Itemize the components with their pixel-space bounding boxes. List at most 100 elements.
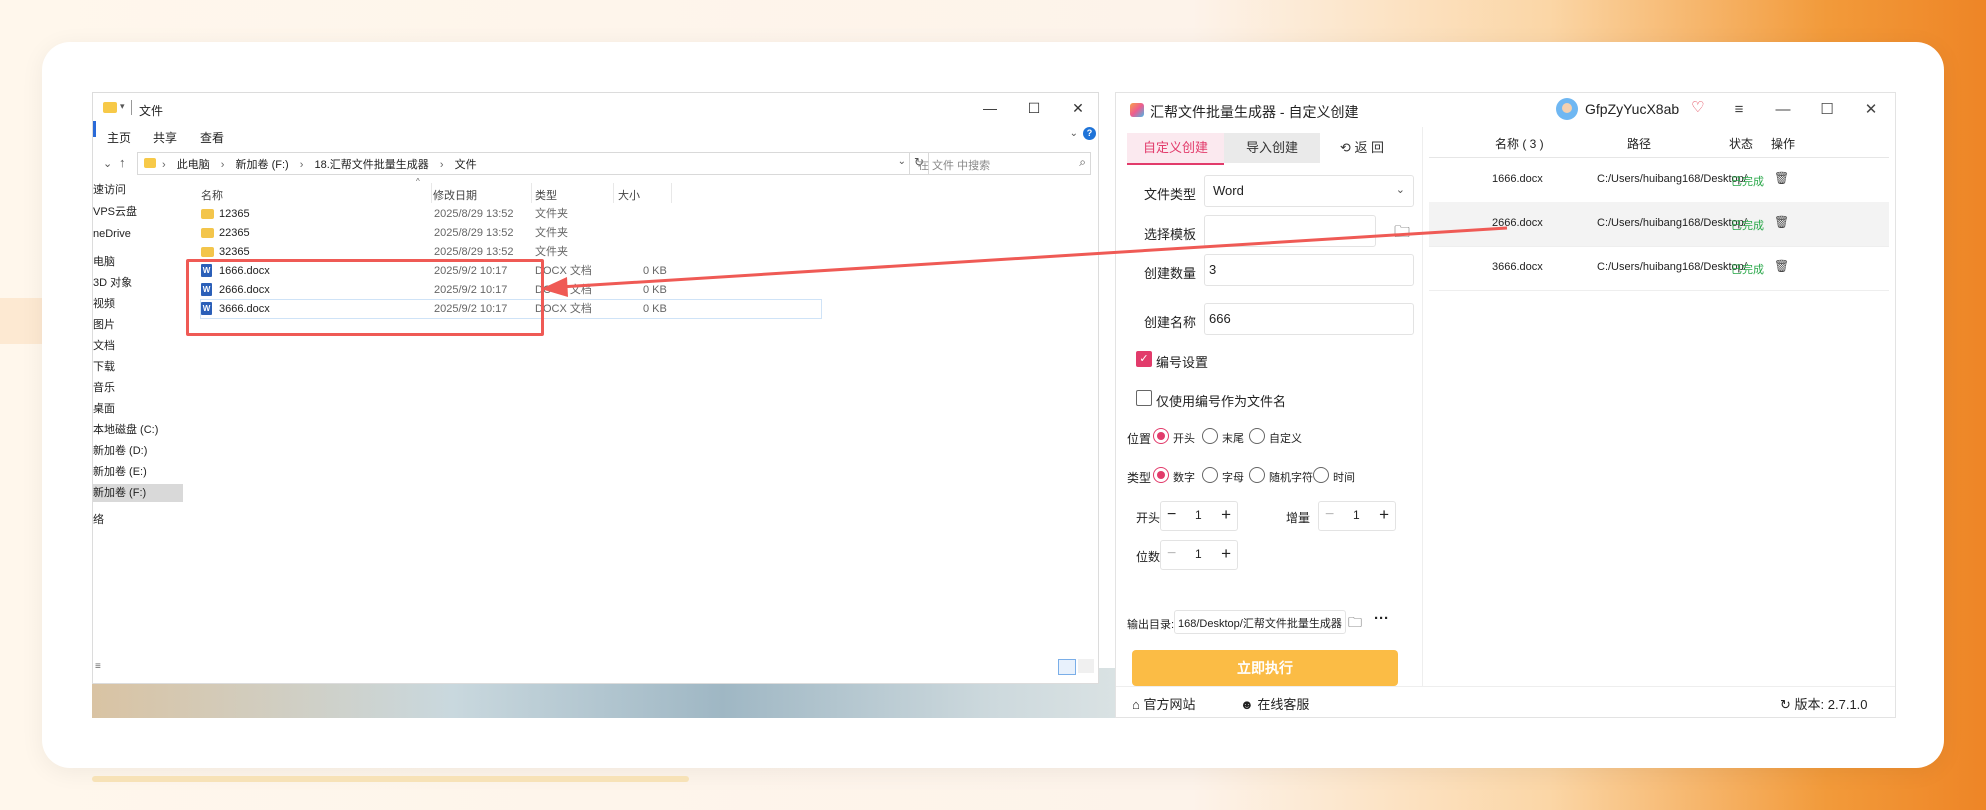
close-button[interactable]: ✕ [1856, 99, 1886, 121]
column-size[interactable]: 大小 [618, 187, 640, 203]
radio-kind-random[interactable] [1249, 467, 1265, 483]
sidebar-item-music[interactable]: 音乐 [93, 379, 183, 397]
table-row[interactable]: 1666.docx C:/Users/huibang168/Desktop/ 已… [1429, 158, 1889, 203]
chevron-down-icon[interactable]: ⌄ [898, 156, 906, 167]
refresh-icon[interactable]: ↻ [1780, 697, 1791, 712]
sidebar-item-drive-c[interactable]: 本地磁盘 (C:) [93, 421, 183, 439]
settings-panel: 自定义创建 导入创建 ⟲ 返 回 文件类型 Word ⌄ 选择模板 🗀 创建数量… [1122, 127, 1423, 687]
file-type-select[interactable]: Word ⌄ [1204, 175, 1414, 207]
radio-position-start[interactable] [1153, 428, 1169, 444]
recent-locations-icon[interactable]: ⌄ [103, 157, 112, 170]
ribbon-tab-home[interactable]: 主页 [107, 129, 131, 146]
sidebar-item-downloads[interactable]: 下载 [93, 358, 183, 376]
more-options-icon[interactable]: ··· [1374, 610, 1389, 627]
window-title: 文件 [139, 104, 164, 118]
increment-stepper[interactable]: − 1 + [1318, 501, 1396, 531]
file-size: 0 KB [643, 284, 667, 296]
vip-diamond-icon[interactable]: ♡ [1691, 98, 1704, 116]
avatar[interactable] [1556, 98, 1578, 120]
list-item[interactable]: 12365 2025/8/29 13:52 文件夹 [201, 205, 821, 223]
sidebar-item-quick-access[interactable]: 速访问 [93, 181, 183, 199]
count-field[interactable]: 3 [1204, 254, 1414, 286]
back-button[interactable]: ⟲ 返 回 [1327, 133, 1397, 163]
column-name[interactable]: 名称 [201, 187, 223, 203]
name-field[interactable]: 666 [1204, 303, 1414, 335]
large-icons-view-button[interactable] [1078, 659, 1094, 673]
only-number-checkbox[interactable] [1136, 390, 1152, 406]
sidebar-item-3d[interactable]: 3D 对象 [93, 274, 183, 292]
menu-icon[interactable]: ≡ [1724, 99, 1754, 121]
radio-kind-letter[interactable] [1202, 467, 1218, 483]
plus-icon[interactable]: + [1221, 544, 1231, 564]
sidebar-item-drive-d[interactable]: 新加卷 (D:) [93, 442, 183, 460]
plus-icon[interactable]: + [1221, 505, 1231, 525]
table-row[interactable]: 3666.docx C:/Users/huibang168/Desktop/ 已… [1429, 246, 1889, 291]
minimize-button[interactable]: — [974, 97, 1006, 119]
template-field[interactable] [1204, 215, 1376, 247]
position-label: 位置 [1127, 432, 1152, 446]
up-arrow-icon[interactable]: ↑ [119, 155, 126, 170]
sidebar-item-this-pc[interactable]: 电脑 [93, 253, 183, 271]
file-size: 0 KB [643, 265, 667, 277]
breadcrumb-app-folder[interactable]: 18.汇帮文件批量生成器 [315, 159, 429, 171]
radio-position-end[interactable] [1202, 428, 1218, 444]
username[interactable]: GfpZyYucX8ab [1585, 101, 1679, 117]
start-stepper[interactable]: − 1 + [1160, 501, 1238, 531]
sidebar-item-pictures[interactable]: 图片 [93, 316, 183, 334]
chevron-down-icon[interactable]: ⌄ [1070, 128, 1078, 139]
sidebar-item-network[interactable]: 络 [93, 511, 183, 529]
column-type[interactable]: 类型 [535, 187, 557, 203]
radio-kind-number[interactable] [1153, 467, 1169, 483]
support-link[interactable]: ☻ 在线客服 [1240, 694, 1309, 713]
plus-icon[interactable]: + [1379, 505, 1389, 525]
ribbon-tab-view[interactable]: 查看 [200, 129, 224, 146]
radio-position-custom[interactable] [1249, 428, 1265, 444]
maximize-button[interactable]: ☐ [1018, 97, 1050, 119]
sidebar-item-videos[interactable]: 视频 [93, 295, 183, 313]
tab-import-create[interactable]: 导入创建 [1224, 133, 1320, 163]
open-folder-icon[interactable]: 🗀 [1394, 221, 1410, 248]
sidebar-item-onedrive[interactable]: neDrive [93, 225, 183, 243]
breadcrumb-drive-f[interactable]: 新加卷 (F:) [236, 159, 289, 171]
file-type: 文件夹 [535, 227, 568, 239]
column-date[interactable]: 修改日期 [433, 187, 477, 203]
help-icon[interactable]: ? [1083, 127, 1096, 140]
app-footer: ⌂ 官方网站 ☻ 在线客服 ↻ 版本: 2.7.1.0 [1116, 686, 1895, 717]
trash-icon[interactable]: 🗑 [1774, 215, 1789, 229]
address-bar[interactable]: › 此电脑 › 新加卷 (F:) › 18.汇帮文件批量生成器 › 文件 ⌄ ↻ [137, 152, 929, 175]
sidebar-item-wps[interactable]: VPS云盘 [93, 203, 183, 221]
table-row[interactable]: 2666.docx C:/Users/huibang168/Desktop/ 已… [1429, 202, 1889, 247]
details-view-button[interactable] [1058, 659, 1076, 675]
output-path-field[interactable]: 168/Desktop/汇帮文件批量生成器 [1174, 610, 1346, 634]
trash-icon[interactable]: 🗑 [1774, 259, 1789, 273]
divider [531, 183, 532, 203]
list-item[interactable]: 22365 2025/8/29 13:52 文件夹 [201, 224, 821, 242]
trash-icon[interactable]: 🗑 [1774, 171, 1789, 185]
minus-icon[interactable]: − [1325, 506, 1334, 524]
ribbon-tab-share[interactable]: 共享 [153, 129, 177, 146]
digits-stepper[interactable]: − 1 + [1160, 540, 1238, 570]
increment-label: 增量 [1286, 511, 1311, 525]
numbering-checkbox[interactable]: ✓ [1136, 351, 1152, 367]
sidebar-item-desktop[interactable]: 桌面 [93, 400, 183, 418]
radio-label: 自定义 [1269, 433, 1302, 445]
minus-icon[interactable]: − [1167, 506, 1176, 524]
open-folder-icon[interactable]: 🗀 [1348, 612, 1362, 636]
close-button[interactable]: ✕ [1062, 97, 1094, 119]
sidebar-item-drive-f[interactable]: 新加卷 (F:) [93, 484, 183, 502]
tab-custom-create[interactable]: 自定义创建 [1127, 133, 1224, 165]
breadcrumb-this-pc[interactable]: 此电脑 [177, 159, 210, 171]
folder-icon [144, 158, 156, 168]
search-input[interactable]: 在 文件 中搜索 ⌕ [909, 152, 1091, 175]
sidebar-item-drive-e[interactable]: 新加卷 (E:) [93, 463, 183, 481]
website-link[interactable]: ⌂ 官方网站 [1132, 694, 1196, 713]
run-now-button[interactable]: 立即执行 [1132, 650, 1398, 686]
minimize-button[interactable]: — [1768, 99, 1798, 121]
radio-kind-time[interactable] [1313, 467, 1329, 483]
template-row: 选择模板 🗀 [1122, 215, 1412, 247]
breadcrumb-current[interactable]: 文件 [455, 159, 477, 171]
maximize-button[interactable]: ☐ [1812, 99, 1842, 121]
quick-access-dropdown-icon[interactable]: ▾ [120, 101, 125, 112]
minus-icon[interactable]: − [1167, 545, 1176, 563]
sidebar-item-documents[interactable]: 文档 [93, 337, 183, 355]
